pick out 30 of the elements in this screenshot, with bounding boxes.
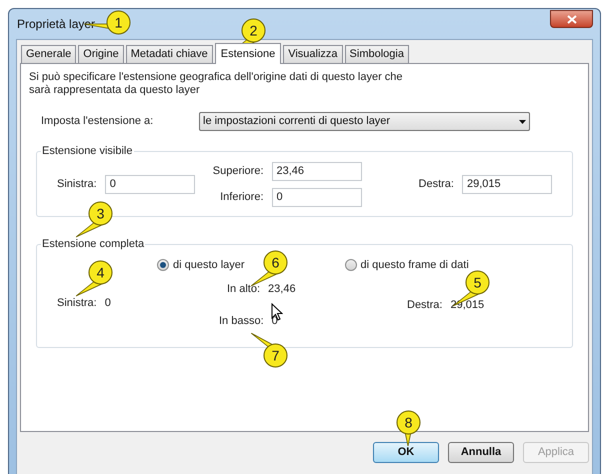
tab[interactable]: Metadati chiave — [126, 45, 213, 63]
field-value: 0 — [104, 296, 111, 311]
close-icon — [566, 14, 576, 24]
field-label: Inferiore: — [220, 190, 264, 205]
input-field[interactable]: 0 — [272, 188, 362, 206]
dialog-button[interactable]: OK — [373, 442, 439, 463]
field-label: In basso: — [219, 314, 264, 329]
tab[interactable]: Origine — [78, 45, 124, 63]
dropdown-arrow-icon — [519, 120, 526, 124]
input-field[interactable]: 23,46 — [272, 162, 362, 180]
radio-option[interactable]: di questo frame di dati — [344, 257, 469, 274]
field-label: Destra: — [418, 176, 454, 192]
close-button[interactable] — [550, 10, 593, 28]
field-label: Destra: — [407, 298, 442, 313]
radio-option[interactable]: di questo layer — [157, 257, 245, 274]
dialog-button[interactable]: Annulla — [448, 442, 514, 463]
field-value: 0 — [272, 314, 278, 329]
tab[interactable]: Estensione — [214, 43, 282, 64]
tab[interactable]: Simbologia — [344, 45, 409, 63]
field-label: Sinistra: — [57, 296, 97, 311]
field-label: Superiore: — [212, 164, 264, 179]
dropdown[interactable]: le impostazioni correnti di questo layer — [199, 112, 530, 131]
description-text: Si può specificare l'estensione geografica dell'origine dati di questo layer che sarà rappresentata da questo layer — [29, 71, 404, 97]
field-label: Imposta l'estensione a: — [41, 114, 154, 130]
tab[interactable]: Visualizza — [283, 45, 343, 63]
input-field[interactable]: 0 — [104, 174, 195, 194]
tab[interactable]: Generale — [21, 45, 76, 63]
group-title: Estensione completa — [41, 237, 146, 251]
input-field[interactable]: 29,015 — [462, 174, 552, 194]
field-label: Sinistra: — [57, 176, 97, 192]
